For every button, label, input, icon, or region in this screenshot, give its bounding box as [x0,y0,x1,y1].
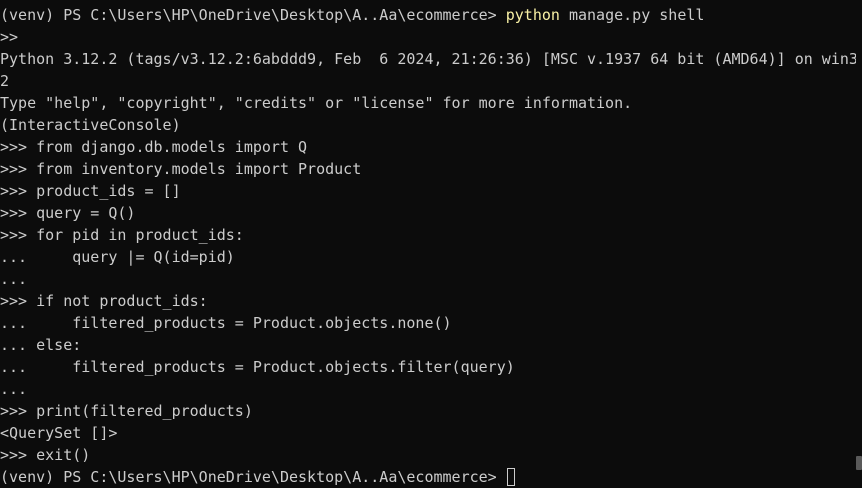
output-line: >>> from inventory.models import Product [0,160,362,178]
command-line: (venv) PS C:\Users\HP\OneDrive\Desktop\A… [0,4,856,26]
output-line: >>> from django.db.models import Q [0,138,308,156]
output-line: Python 3.12.2 (tags/v3.12.2:6abddd9, Feb… [0,50,856,68]
output-line: >> [0,28,19,46]
output-line: 2 [0,72,10,90]
command-keyword: python [505,6,560,24]
text-cursor [506,468,515,486]
vertical-scrollbar[interactable] [856,0,862,486]
output-line: ... [0,270,28,288]
output-line: Type "help", "copyright", "credits" or "… [0,94,633,112]
output-line: ... else: [0,336,82,354]
prompt-text: (venv) PS C:\Users\HP\OneDrive\Desktop\A… [0,468,506,486]
prompt-text: (venv) PS C:\Users\HP\OneDrive\Desktop\A… [0,6,506,24]
output-line: >>> for pid in product_ids: [0,226,244,244]
command-args: manage.py shell [559,6,705,24]
scrollbar-thumb[interactable] [856,456,862,470]
output-line: >>> exit() [0,446,91,464]
output-line: >>> if not product_ids: [0,292,208,310]
active-prompt-line[interactable]: (venv) PS C:\Users\HP\OneDrive\Desktop\A… [0,466,856,488]
terminal-output[interactable]: (venv) PS C:\Users\HP\OneDrive\Desktop\A… [0,0,856,486]
output-line: >>> query = Q() [0,204,136,222]
output-line: ... [0,380,28,398]
output-line: >>> product_ids = [] [0,182,181,200]
output-line: (InteractiveConsole) [0,116,181,134]
output-line: <QuerySet []> [0,424,118,442]
output-line: ... filtered_products = Product.objects.… [0,358,515,376]
output-line: ... filtered_products = Product.objects.… [0,314,452,332]
output-line: >>> print(filtered_products) [0,402,253,420]
output-line: ... query |= Q(id=pid) [0,248,235,266]
